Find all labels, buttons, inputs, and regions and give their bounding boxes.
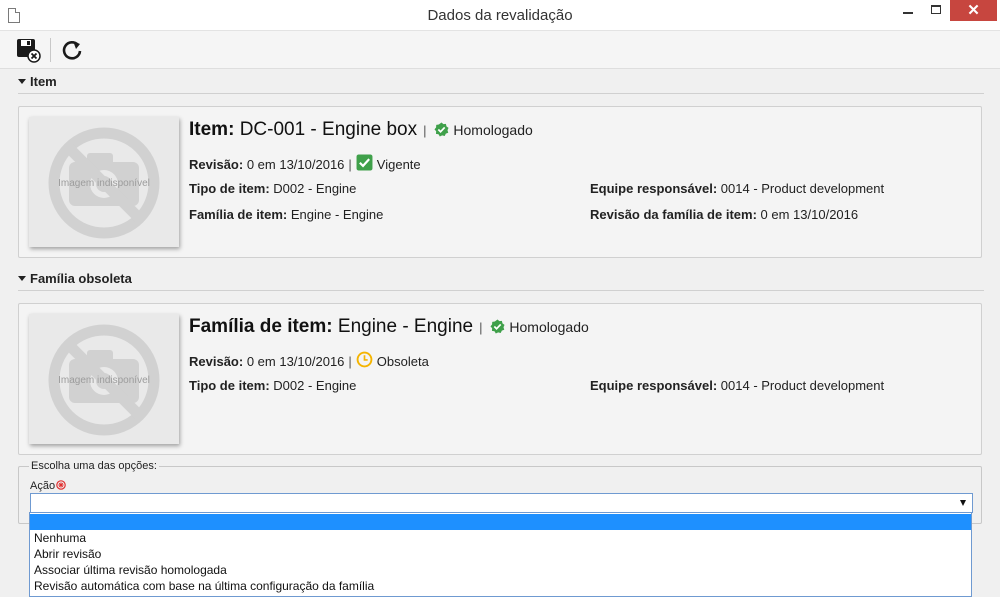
collapse-caret-icon: [18, 79, 26, 84]
family-key: Família de item:: [189, 207, 288, 222]
dropdown-option[interactable]: Revisão automática com base na última co…: [30, 578, 971, 594]
item-title: Item: DC-001 - Engine box | Homologado: [189, 119, 533, 141]
item-team-row: Equipe responsável: 0014 - Product devel…: [590, 181, 884, 196]
toolbar-separator: [50, 38, 51, 62]
family-revision-row: Revisão: 0 em 13/10/2016 | Obsoleta: [189, 351, 429, 369]
required-icon: [56, 480, 66, 490]
item-photo: Imagem indisponível: [29, 117, 179, 247]
refresh-button[interactable]: [58, 36, 86, 64]
item-family-revision-row: Revisão da família de item: 0 em 13/10/2…: [590, 207, 858, 222]
team-value: 0014 - Product development: [720, 378, 885, 393]
dropdown-option[interactable]: Abrir revisão: [30, 546, 971, 562]
family-team-row: Equipe responsável: 0014 - Product devel…: [590, 378, 884, 393]
family-status: Homologado: [509, 319, 589, 335]
team-value: 0014 - Product development: [720, 181, 885, 196]
family-panel: Imagem indisponível Família de item: Eng…: [18, 303, 982, 455]
item-title-value: DC-001 - Engine box: [239, 119, 418, 140]
revision-separator: |: [348, 157, 352, 172]
type-value: D002 - Engine: [273, 181, 357, 196]
save-and-close-button[interactable]: [14, 36, 42, 64]
type-value: D002 - Engine: [273, 378, 357, 393]
collapse-caret-icon: [18, 276, 26, 281]
item-section-header[interactable]: Item: [18, 74, 984, 94]
dropdown-option[interactable]: Nenhuma: [30, 530, 971, 546]
revision-key: Revisão:: [189, 157, 244, 172]
maximize-icon: [931, 5, 941, 14]
family-title-key: Família de item:: [189, 316, 333, 337]
close-button[interactable]: ✕: [950, 0, 997, 21]
family-revision-key: Revisão da família de item:: [590, 207, 757, 222]
maximize-button[interactable]: [923, 0, 950, 21]
revision-value: 0 em 13/10/2016: [246, 354, 345, 369]
dialog-window: Dados da revalidação ✕ Item Imagem indis…: [0, 0, 1000, 597]
item-title-key: Item:: [189, 119, 235, 140]
revision-status: Vigente: [376, 157, 421, 172]
action-label-text: Ação: [30, 480, 56, 492]
type-key: Tipo de item:: [189, 181, 270, 196]
family-type-row: Tipo de item: D002 - Engine: [189, 378, 356, 393]
certified-badge-icon: [490, 319, 505, 334]
title-separator: |: [479, 320, 483, 335]
window-title: Dados da revalidação: [427, 7, 573, 24]
item-revision-row: Revisão: 0 em 13/10/2016 | Vigente: [189, 154, 421, 172]
revision-key: Revisão:: [189, 354, 244, 369]
family-section-header[interactable]: Família obsoleta: [18, 271, 984, 291]
family-photo: Imagem indisponível: [29, 314, 179, 444]
action-label: Ação: [30, 480, 66, 492]
revision-separator: |: [348, 354, 352, 369]
action-select[interactable]: [30, 493, 973, 513]
family-value: Engine - Engine: [290, 207, 384, 222]
options-legend: Escolha uma das opções:: [29, 460, 159, 472]
item-family-row: Família de item: Engine - Engine: [189, 207, 383, 222]
save-close-icon: [17, 39, 41, 63]
team-key: Equipe responsável:: [590, 181, 718, 196]
check-box-icon: [356, 154, 373, 171]
family-title: Família de item: Engine - Engine | Homolo…: [189, 316, 589, 338]
refresh-icon: [62, 41, 82, 60]
family-revision-value: 0 em 13/10/2016: [760, 207, 859, 222]
item-panel: Imagem indisponível Item: DC-001 - Engin…: [18, 106, 982, 258]
dropdown-option[interactable]: Associar última revisão homologada: [30, 562, 971, 578]
revision-status: Obsoleta: [376, 354, 429, 369]
action-dropdown-list: Nenhuma Abrir revisão Associar última re…: [29, 512, 972, 597]
item-type-row: Tipo de item: D002 - Engine: [189, 181, 356, 196]
team-key: Equipe responsável:: [590, 378, 718, 393]
image-unavailable-text: Imagem indisponível: [58, 375, 150, 386]
dropdown-arrow-icon[interactable]: [960, 500, 966, 506]
toolbar: [0, 31, 1000, 69]
family-title-value: Engine - Engine: [337, 316, 474, 337]
item-status: Homologado: [453, 122, 533, 138]
title-bar: Dados da revalidação ✕: [0, 0, 1000, 31]
image-unavailable-text: Imagem indisponível: [58, 178, 150, 189]
type-key: Tipo de item:: [189, 378, 270, 393]
minimize-button[interactable]: [893, 0, 923, 21]
minimize-icon: [903, 12, 913, 14]
section-title: Item: [30, 74, 57, 89]
dropdown-option-empty[interactable]: [30, 514, 971, 530]
certified-badge-icon: [434, 122, 449, 137]
clock-icon: [356, 351, 373, 368]
revision-value: 0 em 13/10/2016: [246, 157, 345, 172]
title-separator: |: [423, 123, 427, 138]
section-title: Família obsoleta: [30, 271, 132, 286]
